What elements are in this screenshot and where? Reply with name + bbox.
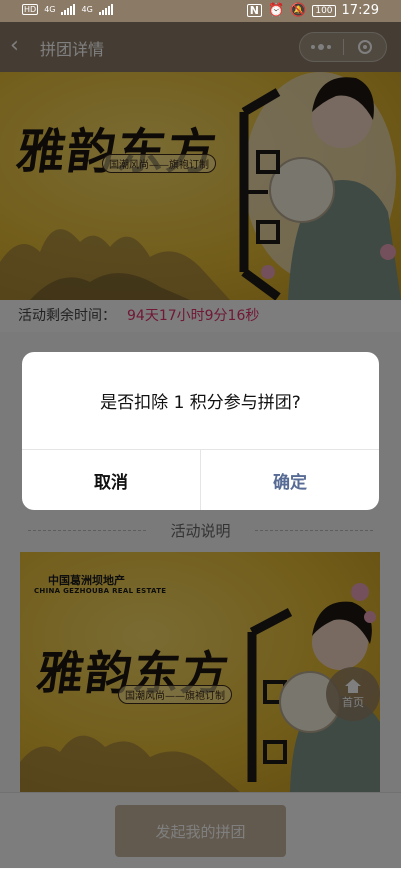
clock-time: 17:29	[341, 3, 379, 18]
battery-icon: 100	[312, 4, 336, 17]
mute-icon: 🔕	[290, 3, 307, 18]
nfc-icon: N	[246, 4, 262, 17]
confirm-dialog: 是否扣除 1 积分参与拼团? 取消 确定	[22, 352, 379, 510]
dialog-message: 是否扣除 1 积分参与拼团?	[100, 393, 301, 413]
hd-indicator: HD	[22, 4, 39, 15]
cancel-button[interactable]: 取消	[22, 450, 201, 510]
signal-icon	[61, 4, 76, 15]
dialog-button-row: 取消 确定	[22, 449, 379, 510]
network-type-label-2: 4G	[81, 5, 93, 14]
alarm-icon: ⏰	[267, 3, 285, 18]
network-type-label: 4G	[44, 5, 56, 14]
status-bar: HD 4G 4G N ⏰ 🔕 100 17:29	[0, 0, 401, 22]
signal-icon-2	[98, 4, 113, 15]
confirm-button[interactable]: 确定	[201, 450, 379, 510]
